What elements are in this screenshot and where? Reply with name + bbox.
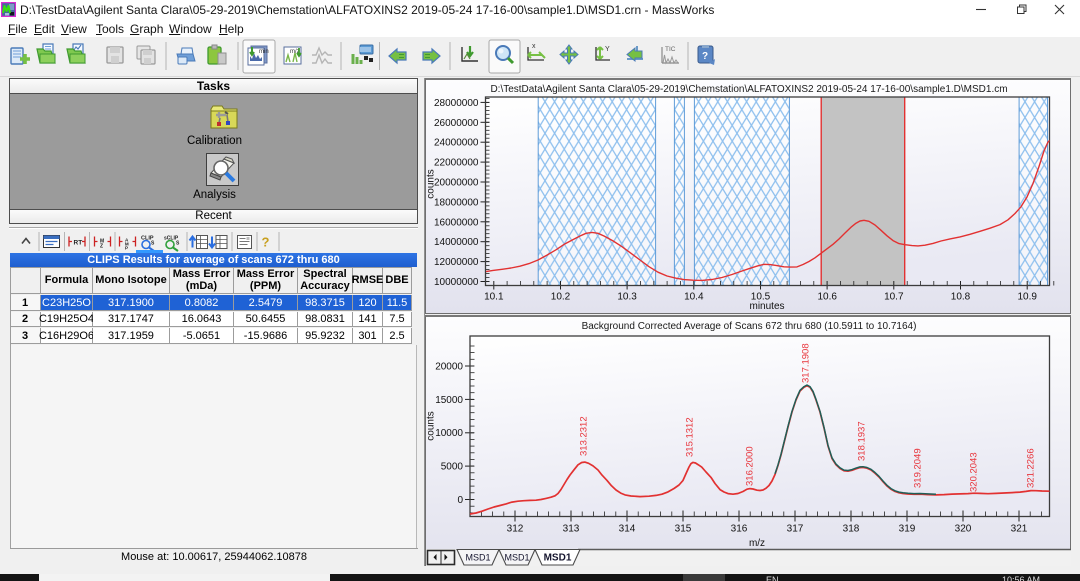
svg-text:Z: Z: [100, 244, 103, 250]
svg-text:S: S: [176, 241, 180, 247]
svg-text:312: 312: [507, 524, 524, 535]
svg-text:20000000: 20000000: [434, 178, 479, 189]
svg-text:P: P: [125, 246, 128, 251]
svg-text:315.1312: 315.1312: [685, 417, 696, 457]
svg-text:MSD1: MSD1: [544, 553, 572, 564]
svg-text:319.2049: 319.2049: [913, 448, 924, 488]
svg-text:10.9: 10.9: [1017, 292, 1037, 303]
svg-text:?: ?: [702, 51, 708, 62]
svg-text:TIC: TIC: [665, 46, 676, 53]
svg-text:318: 318: [843, 524, 860, 535]
svg-text:10000: 10000: [435, 428, 463, 439]
svg-text:10.1: 10.1: [484, 292, 504, 303]
svg-text:321: 321: [1011, 524, 1028, 535]
svg-text:317.1908: 317.1908: [801, 343, 812, 383]
svg-text:313: 313: [563, 524, 580, 535]
svg-text:320.2043: 320.2043: [969, 452, 980, 492]
svg-text:x: x: [532, 43, 536, 50]
svg-text:10000000: 10000000: [434, 277, 479, 288]
svg-text:315: 315: [675, 524, 692, 535]
svg-text:317: 317: [787, 524, 804, 535]
svg-text:20000: 20000: [435, 362, 463, 373]
svg-text:22000000: 22000000: [434, 158, 479, 169]
svg-text:12000000: 12000000: [434, 257, 479, 268]
svg-text:counts: counts: [426, 411, 437, 440]
svg-text:5000: 5000: [441, 462, 464, 473]
svg-text:?: ?: [262, 235, 270, 250]
svg-text:minutes: minutes: [749, 301, 784, 312]
svg-text:320: 320: [955, 524, 972, 535]
svg-text:318.1937: 318.1937: [857, 421, 868, 461]
svg-text:S: S: [151, 241, 155, 247]
svg-text:10.3: 10.3: [617, 292, 637, 303]
svg-text:313.2312: 313.2312: [579, 416, 590, 456]
svg-text:18000000: 18000000: [434, 197, 479, 208]
svg-text:319: 319: [899, 524, 916, 535]
svg-text:Y: Y: [605, 46, 610, 53]
svg-text:RT: RT: [74, 240, 83, 247]
svg-text:10.7: 10.7: [884, 292, 904, 303]
svg-text:16000000: 16000000: [434, 217, 479, 228]
svg-text:15000: 15000: [435, 395, 463, 406]
svg-text:10.2: 10.2: [551, 292, 571, 303]
svg-text:26000000: 26000000: [434, 118, 479, 129]
svg-text:316.2000: 316.2000: [745, 446, 756, 486]
svg-text:24000000: 24000000: [434, 138, 479, 149]
svg-text:10.4: 10.4: [684, 292, 704, 303]
svg-text:28000000: 28000000: [434, 98, 479, 109]
svg-text:MSD1: MSD1: [465, 553, 490, 563]
svg-text:10.8: 10.8: [951, 292, 971, 303]
svg-text:10.6: 10.6: [817, 292, 837, 303]
svg-text:min: min: [259, 49, 269, 55]
svg-text:MSD1: MSD1: [504, 553, 529, 563]
svg-text:14000000: 14000000: [434, 237, 479, 248]
svg-text:0: 0: [457, 495, 463, 506]
svg-text:counts: counts: [426, 169, 437, 198]
svg-text:316: 316: [731, 524, 748, 535]
svg-text:314: 314: [619, 524, 636, 535]
svg-text:321.2266: 321.2266: [1026, 448, 1037, 488]
